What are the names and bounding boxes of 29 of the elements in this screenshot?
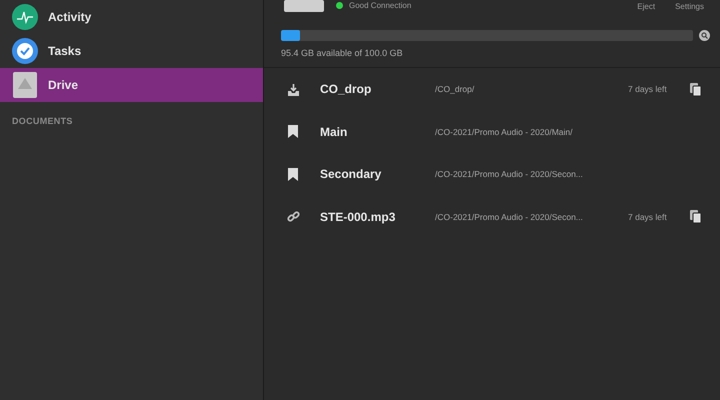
drive-icon [12,71,38,99]
download-tray-icon [286,82,300,96]
file-path: /CO-2021/Promo Audio - 2020/Main/ [435,126,574,137]
sidebar-item[interactable]: Tasks [0,34,263,68]
sidebar-item[interactable]: Activity [0,0,263,34]
sidebar-item[interactable]: Drive [0,68,263,102]
storage-caption: 95.4 GB available of 100.0 GB [264,41,720,68]
bookmark-icon [288,125,298,138]
copy-icon[interactable] [690,210,702,224]
link-icon [286,210,300,224]
drive-action-button[interactable]: Settings [671,0,708,13]
section-heading: DOCUMENTS [11,115,74,126]
file-name[interactable]: Main [300,124,435,139]
search-icon[interactable] [699,30,710,41]
checkmark-icon [12,38,38,64]
copy-icon[interactable] [690,82,702,96]
heartbeat-icon [12,4,38,30]
drive-icon [284,0,324,12]
drive-action-button[interactable]: Eject [633,0,660,13]
file-name[interactable]: CO_drop [300,82,435,96]
file-name[interactable]: Secondary [300,167,435,182]
expiry-label: 7 days left [628,84,668,94]
connection-status: Good Connection [349,1,412,10]
file-name[interactable]: STE-000.mp3 [300,210,435,224]
file-path: /CO-2021/Promo Audio - 2020/Secon... [435,212,584,222]
file-path: /CO_drop/ [435,84,476,94]
bookmark-icon [288,168,298,181]
file-path: /CO-2021/Promo Audio - 2020/Secon... [435,169,584,180]
expiry-label: 7 days left [628,212,668,222]
